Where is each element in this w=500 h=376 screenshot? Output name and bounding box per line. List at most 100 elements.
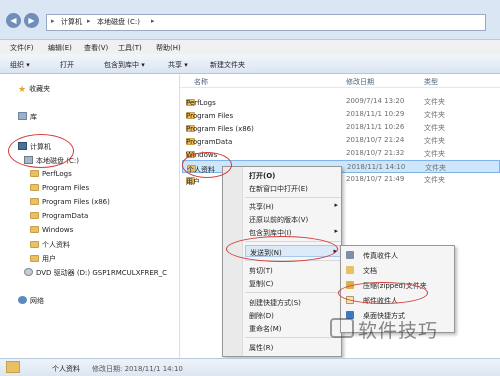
folder-icon <box>6 361 20 373</box>
column-date[interactable]: 修改日期 <box>346 77 374 87</box>
menu-item-label: 包含到库中(I) <box>249 229 292 237</box>
file-name: Windows <box>186 151 218 159</box>
nav-folder-programdata[interactable]: ProgramData <box>30 212 88 220</box>
watermark-logo <box>330 318 354 338</box>
navigation-pane: ★ 收藏夹 库 计算机 本地磁盘 (C:) PerfLogs Program Fi… <box>0 74 180 358</box>
menu-item-cut[interactable]: 剪切(T) <box>245 264 341 276</box>
submenu-item-fax[interactable]: 传真收件人 <box>343 248 453 262</box>
menu-item-delete[interactable]: 删除(D) <box>245 309 341 321</box>
nav-folder-windows[interactable]: Windows <box>30 226 73 234</box>
menu-item-share[interactable]: 共享(H) ▸ <box>245 200 341 212</box>
watermark-text: 软件技巧 <box>358 320 439 342</box>
file-row[interactable]: Program Files (x86) 2018/11/1 10:26 文件夹 <box>182 121 500 134</box>
open-button[interactable]: 打开 <box>60 60 74 70</box>
file-name: PerfLogs <box>186 99 216 107</box>
menu-view[interactable]: 查看(V) <box>84 43 108 53</box>
file-row[interactable]: Windows 2018/10/7 21:32 文件夹 <box>182 147 500 160</box>
menu-tools[interactable]: 工具(T) <box>118 43 142 53</box>
nav-folder-program-files-x86[interactable]: Program Files (x86) <box>30 198 110 206</box>
organize-button[interactable]: 组织 ▾ <box>10 60 30 70</box>
submenu-item-label: 邮件收件人 <box>363 297 398 305</box>
menu-item-copy[interactable]: 复制(C) <box>245 277 341 289</box>
submenu-item-zip[interactable]: 压缩(zipped)文件夹 <box>343 278 453 292</box>
include-library-button[interactable]: 包含到库中 ▾ <box>104 60 145 70</box>
folder-icon <box>30 184 39 191</box>
file-type: 文件夹 <box>424 111 445 119</box>
nav-favorites[interactable]: ★ 收藏夹 <box>18 84 50 95</box>
submenu-arrow-icon: ▸ <box>334 201 338 209</box>
file-name: 用户 <box>186 178 200 186</box>
menu-item-send-to[interactable]: 发送到(N) ▸ <box>245 245 341 257</box>
menu-item-label: 复制(C) <box>249 280 274 288</box>
column-headers: 名称 修改日期 类型 <box>180 74 500 88</box>
nav-libraries[interactable]: 库 <box>18 112 37 122</box>
menu-item-create-shortcut[interactable]: 创建快捷方式(S) <box>245 296 341 308</box>
menu-item-rename[interactable]: 重命名(M) <box>245 322 341 334</box>
file-date: 2018/10/7 21:32 <box>346 149 405 157</box>
nav-folder-program-files[interactable]: Program Files <box>30 184 89 192</box>
context-menu: 打开(O) 在新窗口中打开(E) 共享(H) ▸ 还原以前的版本(V) 包含到库中… <box>222 166 342 357</box>
breadcrumb-local-disk[interactable]: 本地磁盘 (C:) <box>97 17 140 27</box>
star-icon: ★ <box>18 85 27 95</box>
breadcrumb-separator[interactable]: ▸ <box>51 17 55 25</box>
nav-local-disk[interactable]: 本地磁盘 (C:) <box>24 156 79 166</box>
menu-item-properties[interactable]: 属性(R) <box>245 341 341 353</box>
nav-dvd-drive[interactable]: DVD 驱动器 (D:) GSP1RMCULXFRER_C <box>24 268 167 278</box>
file-type: 文件夹 <box>424 124 445 132</box>
forward-button[interactable]: ▶ <box>24 13 39 28</box>
menu-item-label: 还原以前的版本(V) <box>249 216 309 224</box>
file-type: 文件夹 <box>424 150 445 158</box>
file-date: 2018/11/1 10:26 <box>346 123 405 131</box>
file-row[interactable]: PerfLogs 2009/7/14 13:20 文件夹 <box>182 95 500 108</box>
file-type: 文件夹 <box>425 164 446 172</box>
share-button[interactable]: 共享 ▾ <box>168 60 188 70</box>
file-date: 2009/7/14 13:20 <box>346 97 405 105</box>
nav-label: DVD 驱动器 (D:) GSP1RMCULXFRER_C <box>36 269 168 277</box>
menu-file[interactable]: 文件(F) <box>10 43 34 53</box>
network-icon <box>18 296 27 304</box>
menu-separator <box>245 197 341 198</box>
mail-icon <box>346 296 354 304</box>
file-name: ProgramData <box>186 138 233 146</box>
menu-item-open-new-window[interactable]: 在新窗口中打开(E) <box>245 182 341 194</box>
menu-item-open[interactable]: 打开(O) <box>245 169 341 181</box>
back-button[interactable]: ◀ <box>6 13 21 28</box>
submenu-item-documents[interactable]: 文档 <box>343 263 453 277</box>
new-folder-button[interactable]: 新建文件夹 <box>210 60 245 70</box>
column-type[interactable]: 类型 <box>424 77 438 87</box>
menu-item-label: 在新窗口中打开(E) <box>249 185 308 193</box>
file-row[interactable]: ProgramData 2018/10/7 21:24 文件夹 <box>182 134 500 147</box>
breadcrumb-separator[interactable]: ▸ <box>87 17 91 25</box>
file-row[interactable]: Program Files 2018/11/1 10:29 文件夹 <box>182 108 500 121</box>
column-name[interactable]: 名称 <box>194 77 208 87</box>
documents-icon <box>346 266 354 274</box>
submenu-item-label: 传真收件人 <box>363 252 398 260</box>
menu-item-restore-versions[interactable]: 还原以前的版本(V) <box>245 213 341 225</box>
file-type: 文件夹 <box>424 176 445 184</box>
breadcrumb-computer[interactable]: 计算机 <box>61 17 82 27</box>
menu-item-include-library[interactable]: 包含到库中(I) ▸ <box>245 226 341 238</box>
zip-folder-icon <box>346 281 354 289</box>
fax-icon <box>346 251 354 259</box>
command-toolbar: 组织 ▾ 打开 包含到库中 ▾ 共享 ▾ 新建文件夹 <box>0 54 500 74</box>
submenu-item-label: 压缩(zipped)文件夹 <box>363 282 427 290</box>
file-date: 2018/10/7 21:49 <box>346 175 405 183</box>
nav-network[interactable]: 网络 <box>18 296 44 306</box>
nav-label: Program Files <box>42 184 90 192</box>
menu-item-label: 剪切(T) <box>249 267 273 275</box>
menu-edit[interactable]: 编辑(E) <box>48 43 72 53</box>
submenu-item-mail[interactable]: 邮件收件人 <box>343 293 453 307</box>
address-box[interactable]: ▸ 计算机 ▸ 本地磁盘 (C:) ▸ <box>46 14 486 31</box>
folder-icon <box>30 198 39 205</box>
nav-folder-perflogs[interactable]: PerfLogs <box>30 170 72 178</box>
nav-folder-users[interactable]: 用户 <box>30 254 56 264</box>
menu-separator <box>245 260 341 261</box>
menu-item-label: 属性(R) <box>249 344 274 352</box>
breadcrumb-separator[interactable]: ▸ <box>151 17 155 25</box>
nav-label: Windows <box>42 226 74 234</box>
nav-label: 库 <box>30 113 37 121</box>
nav-computer[interactable]: 计算机 <box>18 142 51 152</box>
menu-help[interactable]: 帮助(H) <box>156 43 181 53</box>
nav-folder-personal[interactable]: 个人资料 <box>30 240 70 250</box>
file-date: 2018/11/1 14:10 <box>347 163 406 171</box>
